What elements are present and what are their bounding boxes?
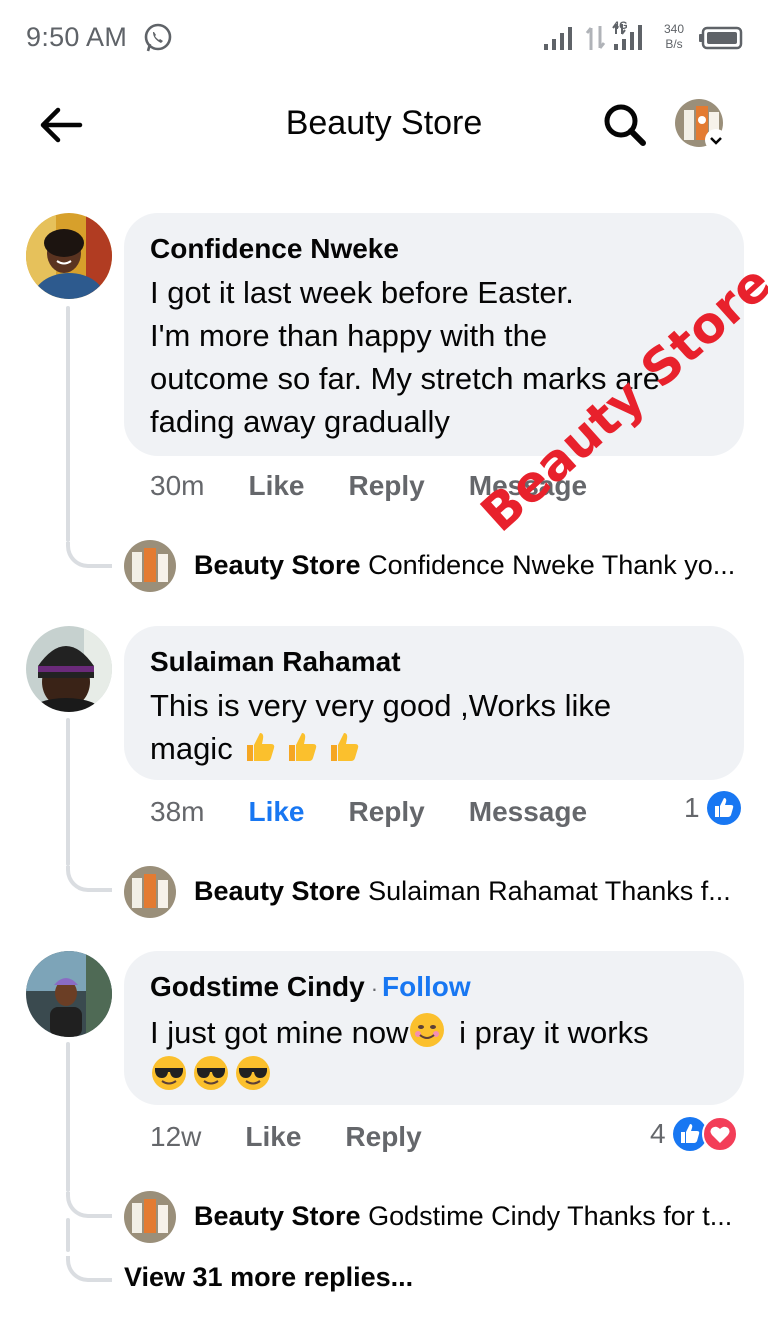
reply-text: Beauty Store Sulaiman Rahamat Thanks f..…	[194, 876, 731, 906]
like-button[interactable]: Like	[248, 796, 304, 828]
search-icon	[604, 104, 646, 146]
status-bar: 9:50 AM 4G 340 B/s	[0, 0, 768, 80]
thumbs-up-emoji-icon	[247, 733, 275, 761]
thumbs-up-emoji-icon	[331, 733, 359, 761]
search-button[interactable]	[600, 100, 650, 150]
avatar[interactable]	[26, 951, 112, 1037]
signal-icon	[612, 23, 642, 50]
signal-icon	[544, 27, 572, 50]
comment-time: 12w	[150, 1121, 202, 1152]
reply-preview[interactable]: Beauty Store Sulaiman Rahamat Thanks f..…	[124, 866, 754, 920]
comments-screen: 9:50 AM 4G 340 B/s Beauty Store Confiden…	[0, 0, 768, 1322]
reply-button[interactable]: Reply	[349, 796, 425, 828]
comment-author[interactable]: Godstime Cindy	[150, 971, 365, 1002]
comment-time: 30m	[150, 470, 205, 501]
love-reaction-icon	[701, 1116, 738, 1152]
separator-dot: ·	[370, 976, 379, 1001]
message-button[interactable]: Message	[469, 796, 587, 828]
reply-preview[interactable]: Beauty Store Godstime Cindy Thanks for t…	[124, 1191, 754, 1245]
sunglasses-face-emoji-icon	[194, 1056, 228, 1090]
comment-header: Godstime Cindy · Follow	[150, 969, 718, 1007]
reply-button[interactable]: Reply	[345, 1121, 421, 1153]
thumbs-up-emoji-icon	[289, 733, 317, 761]
reaction-summary[interactable]: 4	[650, 1116, 738, 1152]
sunglasses-face-emoji-icon	[152, 1056, 186, 1090]
view-more-replies-link[interactable]: View 31 more replies...	[124, 1262, 413, 1293]
reply-preview[interactable]: Beauty Store Confidence Nweke Thank yo..…	[124, 540, 754, 594]
data-transfer-icon	[585, 26, 606, 50]
thread-line	[66, 1042, 70, 1192]
status-time: 9:50 AM	[26, 22, 128, 52]
thread-connector	[66, 866, 112, 892]
reply-button[interactable]: Reply	[349, 470, 425, 502]
like-button[interactable]: Like	[245, 1121, 301, 1153]
comment-actions: 12w Like Reply	[150, 1121, 466, 1153]
thread-line	[66, 306, 70, 542]
page-title: Beauty Store	[285, 104, 483, 142]
thread-connector	[66, 1256, 112, 1282]
profile-menu-button[interactable]	[674, 98, 728, 152]
reply-text: Beauty Store Godstime Cindy Thanks for t…	[194, 1201, 733, 1231]
avatar	[124, 540, 176, 592]
comment-actions: 38m Like Reply Message	[150, 796, 631, 828]
comment-text: I just got mine now i pray it works	[150, 1011, 718, 1097]
thread-line	[66, 1218, 70, 1252]
avatar[interactable]	[26, 626, 112, 712]
comment-bubble[interactable]: Godstime Cindy · Follow I just got mine no…	[124, 951, 744, 1105]
comment-author[interactable]: Sulaiman Rahamat	[150, 644, 718, 680]
like-button[interactable]: Like	[248, 470, 304, 502]
comment-bubble[interactable]: Sulaiman Rahamat This is very very good …	[124, 626, 744, 780]
app-header: Beauty Store	[0, 80, 768, 172]
comment-author[interactable]: Confidence Nweke	[150, 231, 718, 267]
avatar	[124, 866, 176, 918]
sunglasses-face-emoji-icon	[236, 1056, 270, 1090]
smiling-face-emoji-icon	[410, 1013, 445, 1047]
like-reaction-icon	[706, 791, 741, 825]
reaction-summary[interactable]: 1	[684, 790, 742, 826]
thread-connector	[66, 1192, 112, 1218]
battery-icon	[699, 26, 743, 50]
reaction-count: 4	[650, 1118, 666, 1149]
avatar	[675, 99, 727, 151]
comment-bubble[interactable]: Confidence Nweke I got it last week befo…	[124, 213, 744, 456]
avatar[interactable]	[26, 213, 112, 299]
follow-button[interactable]: Follow	[382, 971, 471, 1002]
comment-time: 38m	[150, 796, 205, 827]
comment-text: This is very very good ,Works like magic	[150, 688, 612, 766]
avatar	[124, 1191, 176, 1243]
thread-line	[66, 718, 70, 866]
reaction-count: 1	[684, 792, 700, 823]
thread-connector	[66, 542, 112, 568]
reply-text: Beauty Store Confidence Nweke Thank yo..…	[194, 550, 736, 580]
network-speed: 340 B/s	[663, 22, 685, 51]
whatsapp-icon	[144, 23, 172, 52]
